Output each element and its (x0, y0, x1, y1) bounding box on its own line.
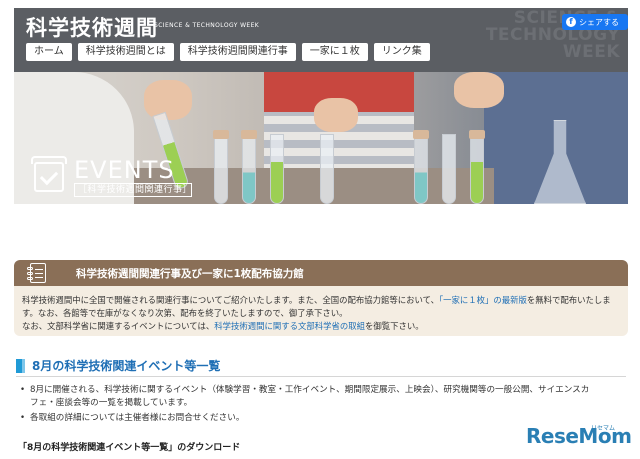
nav-item-links[interactable]: リンク集 (373, 43, 430, 61)
hero-photo-tube-cap (469, 130, 485, 139)
events-title: EVENTS (74, 156, 175, 184)
hero-photo-test-tube (470, 134, 484, 204)
hero-photo-hand (144, 80, 192, 120)
download-heading: 「8月の科学技術関連イベント等一覧」のダウンロード (18, 443, 241, 453)
share-label: シェアする (579, 17, 619, 27)
events-subtitle: ［科学技術週間関連行事］ (74, 183, 192, 197)
info-text-line-2: す。なお、各館等で在庫がなくなり次第、配布を終了いたしますので、御了承下さい。 (22, 308, 348, 318)
facebook-icon: f (566, 17, 576, 27)
hero-photo-test-tube (414, 134, 428, 204)
hero-photo-test-tube (214, 134, 228, 204)
hero-photo-tube-cap (413, 130, 429, 139)
info-text-line-1: 科学技術週間中に全国で開催される関連行事についてご紹介いたします。また、全国の配… (22, 295, 611, 305)
nav-item-events[interactable]: 科学技術週間関連行事 (179, 43, 296, 61)
hero-photo-hand (314, 98, 358, 132)
info-box-title: 科学技術週間関連行事及び一家に1枚配布協力館 (76, 268, 304, 280)
hero-banner: EVENTS ［科学技術週間関連行事］ (14, 72, 628, 204)
hero-photo-test-tube (320, 134, 334, 204)
info-box-header: 科学技術週間関連行事及び一家に1枚配布協力館 (14, 260, 628, 286)
hero-photo-tube-cap (241, 130, 257, 139)
nav-item-home[interactable]: ホーム (26, 43, 72, 61)
events-label: EVENTS ［科学技術週間関連行事］ (31, 156, 192, 197)
hero-photo-test-tube (442, 134, 456, 204)
main-nav: ホーム 科学技術週間とは 科学技術週間関連行事 一家に１枚 リンク集 (26, 43, 436, 61)
clipboard-check-icon (31, 156, 67, 192)
august-section-header: 8月の科学技術関連イベント等一覧 (16, 357, 626, 377)
resemom-watermark-logo: ReseMom (526, 424, 632, 448)
info-text-line-3: なお、文部科学省に関連するイベントについては、科学技術週間に関する文部科学省の取… (22, 321, 424, 331)
mext-initiatives-link[interactable]: 科学技術週間に関する文部科学省の取組 (214, 321, 365, 331)
resemom-watermark-small: リセマム (591, 425, 616, 432)
nav-item-poster[interactable]: 一家に１枚 (301, 43, 368, 61)
list-item: 8月に開催される、科学技術に関するイベント（体験学習・教室・工作イベント、期間限… (18, 384, 624, 410)
site-header: SCIENCE & TECHNOLOGY WEEK 科学技術週間 SCIENCE… (14, 8, 628, 72)
nav-item-about[interactable]: 科学技術週間とは (77, 43, 174, 61)
document-icon (27, 263, 46, 283)
facebook-share-button[interactable]: f シェアする (562, 14, 628, 30)
hero-photo-hand (454, 72, 504, 108)
section-divider (16, 376, 626, 377)
site-subtitle: SCIENCE & TECHNOLOGY WEEK (154, 22, 260, 29)
bg-title-line-3: WEEK (562, 42, 620, 62)
hero-photo-tube-cap (213, 130, 229, 139)
hero-photo-test-tube (242, 134, 256, 204)
info-box-body: 科学技術週間中に全国で開催される関連行事についてご紹介いたします。また、全国の配… (14, 286, 628, 336)
site-title[interactable]: 科学技術週間 (26, 12, 158, 42)
hero-photo-test-tube (270, 134, 284, 204)
latest-poster-link[interactable]: 「一家に１枚」の最新版 (439, 295, 527, 305)
august-section-title: 8月の科学技術関連イベント等一覧 (32, 359, 221, 373)
august-bullet-list: 8月に開催される、科学技術に関するイベント（体験学習・教室・工作イベント、期間限… (18, 384, 624, 427)
section-marker-icon (16, 359, 22, 373)
